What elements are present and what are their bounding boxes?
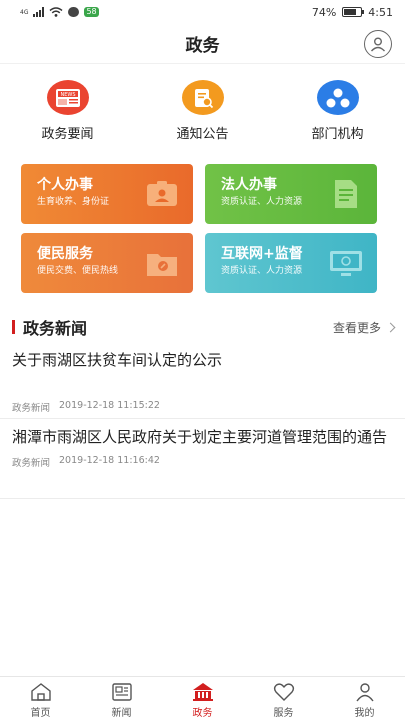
card-description: 生育收养、身份证 bbox=[37, 197, 110, 207]
shortcut-label: 政务要闻 bbox=[41, 127, 94, 142]
chevron-right-icon bbox=[385, 322, 396, 332]
card-internet-supervision[interactable]: 互联网+监督 资质认证、人力资源 bbox=[205, 233, 377, 293]
monitor-icon bbox=[330, 251, 362, 276]
card-description: 资质认证、人力资源 bbox=[221, 266, 303, 276]
view-more-link[interactable]: 查看更多 bbox=[332, 319, 396, 336]
tab-label: 服务 bbox=[273, 708, 294, 719]
card-legal-affairs[interactable]: 法人办事 资质认证、人力资源 bbox=[205, 164, 377, 224]
card-description: 便民交费、便民热线 bbox=[37, 266, 119, 276]
shortcut-label: 部门机构 bbox=[311, 127, 364, 142]
tab-news[interactable]: 新闻 bbox=[81, 677, 162, 720]
tab-mine[interactable]: 我的 bbox=[324, 677, 405, 720]
home-icon bbox=[30, 683, 51, 701]
news-item[interactable]: 湘潭市雨湖区人民政府关于划定主要河道管理范围的通告 政务新闻 2019-12-1… bbox=[0, 419, 405, 499]
user-profile-button[interactable] bbox=[364, 30, 392, 58]
tab-label: 首页 bbox=[30, 708, 51, 719]
clock: 4:51 bbox=[368, 5, 393, 19]
shortcut-row: NEWS 政务要闻 通知公告 部门机构 bbox=[0, 80, 405, 142]
news-section-header: 政务新闻 查看更多 bbox=[12, 314, 396, 340]
status-right: 74% 4:51 bbox=[312, 6, 393, 19]
battery-percent: 74% bbox=[311, 5, 337, 19]
news-item[interactable]: 关于雨湖区扶贫车间认定的公示 政务新闻 2019-12-18 11:15:22 bbox=[0, 344, 405, 419]
message-icon bbox=[68, 7, 80, 17]
department-icon bbox=[316, 80, 359, 115]
shortcut-notice[interactable]: 通知公告 bbox=[135, 80, 270, 142]
notification-badge: 58 bbox=[84, 7, 99, 17]
svg-text:NEWS: NEWS bbox=[60, 92, 75, 98]
user-icon bbox=[370, 37, 386, 52]
news-title: 关于雨湖区扶贫车间认定的公示 bbox=[12, 351, 223, 369]
tab-service[interactable]: 服务 bbox=[243, 677, 324, 720]
status-left: 4G 58 bbox=[20, 7, 99, 17]
section-title: 政务新闻 bbox=[23, 319, 88, 338]
app-header: 政务 bbox=[0, 24, 405, 64]
notice-icon bbox=[181, 80, 224, 115]
id-card-icon bbox=[147, 181, 177, 206]
document-icon bbox=[335, 180, 357, 208]
news-time: 2019-12-18 11:16:42 bbox=[59, 455, 160, 466]
news-meta: 政务新闻 2019-12-18 11:15:22 bbox=[12, 400, 393, 414]
section-title-wrap: 政务新闻 bbox=[12, 315, 87, 339]
person-icon bbox=[355, 683, 374, 702]
status-bar: 4G 58 74% 4:51 bbox=[0, 0, 405, 24]
service-card-grid: 个人办事 生育收养、身份证 法人办事 资质认证、人力资源 便民服务 便民交费、便… bbox=[21, 164, 377, 293]
battery-icon bbox=[342, 7, 365, 17]
newspaper-icon bbox=[111, 683, 132, 701]
tab-label: 政务 bbox=[192, 708, 213, 719]
signal-icon bbox=[33, 7, 45, 17]
shortcut-label: 通知公告 bbox=[176, 127, 229, 142]
news-title: 湘潭市雨湖区人民政府关于划定主要河道管理范围的通告 bbox=[12, 428, 388, 446]
government-icon bbox=[192, 683, 213, 701]
tab-label: 新闻 bbox=[111, 708, 132, 719]
card-personal-affairs[interactable]: 个人办事 生育收养、身份证 bbox=[21, 164, 193, 224]
shortcut-department[interactable]: 部门机构 bbox=[270, 80, 405, 142]
news-category: 政务新闻 bbox=[12, 403, 51, 414]
heart-icon bbox=[273, 683, 294, 701]
news-list: 关于雨湖区扶贫车间认定的公示 政务新闻 2019-12-18 11:15:22 … bbox=[0, 344, 405, 499]
tab-label: 我的 bbox=[354, 708, 375, 719]
news-meta: 政务新闻 2019-12-18 11:16:42 bbox=[12, 455, 393, 469]
news-icon: NEWS bbox=[46, 80, 89, 115]
shortcut-news[interactable]: NEWS 政务要闻 bbox=[0, 80, 135, 142]
wifi-icon bbox=[49, 7, 63, 17]
card-convenience-service[interactable]: 便民服务 便民交费、便民热线 bbox=[21, 233, 193, 293]
network-type: 4G bbox=[20, 9, 29, 16]
folder-icon bbox=[147, 254, 177, 276]
news-category: 政务新闻 bbox=[12, 458, 51, 469]
news-time: 2019-12-18 11:15:22 bbox=[59, 400, 160, 411]
section-accent-bar bbox=[12, 320, 15, 334]
tab-home[interactable]: 首页 bbox=[0, 677, 81, 720]
view-more-label: 查看更多 bbox=[332, 320, 381, 335]
card-description: 资质认证、人力资源 bbox=[221, 197, 303, 207]
bottom-tab-bar: 首页 新闻 政务 服务 我的 bbox=[0, 676, 405, 720]
tab-government[interactable]: 政务 bbox=[162, 677, 243, 720]
page-title: 政务 bbox=[185, 36, 220, 56]
